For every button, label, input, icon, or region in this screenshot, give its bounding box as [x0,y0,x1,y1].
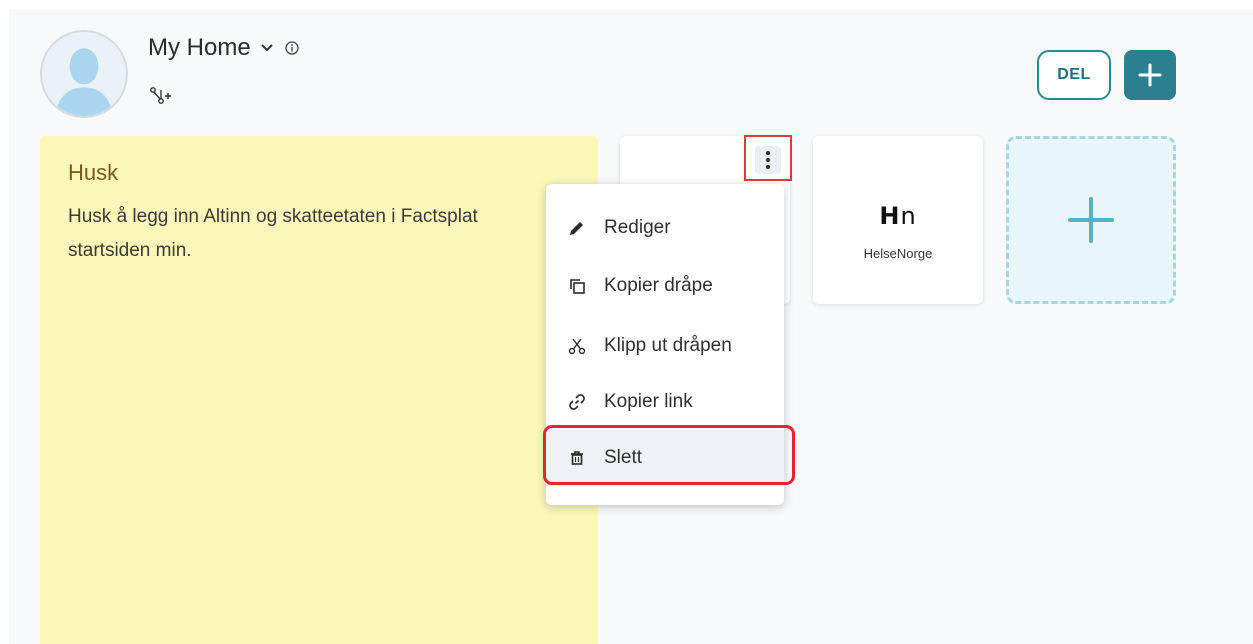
link-icon [568,393,586,411]
helsenorge-logo: Hո [879,202,917,230]
home-title-row[interactable]: My Home [148,34,299,62]
add-button[interactable] [1124,50,1176,100]
avatar[interactable] [40,30,128,118]
pencil-icon [568,219,586,237]
page-title[interactable]: My Home [148,34,251,62]
user-silhouette-icon [42,32,126,116]
del-button-label: DEL [1057,66,1091,83]
menu-item-label: Klipp ut dråpen [604,335,732,356]
plus-icon [1138,63,1162,87]
menu-item-rediger[interactable]: Rediger [546,200,784,256]
copy-icon [568,277,586,295]
menu-item-label: Kopier link [604,391,693,412]
share-del-button[interactable]: DEL [1037,50,1111,100]
menu-item-label: Slett [604,447,643,468]
cut-icon [568,337,586,355]
note-body: Husk å legg inn Altinn og skatteetaten i… [68,206,478,261]
menu-item-klipp-ut[interactable]: Klipp ut dråpen [546,318,784,374]
kebab-menu-icon[interactable] [755,146,781,174]
helsenorge-tile[interactable]: Hո HelseNorge [813,136,983,304]
chevron-down-icon[interactable] [260,44,273,52]
menu-item-kopier-link[interactable]: Kopier link [546,374,784,430]
menu-item-slett[interactable]: Slett [546,430,784,486]
menu-item-label: Rediger [604,217,671,238]
menu-item-kopier-drape[interactable]: Kopier dråpe [546,258,784,314]
trash-icon [568,449,586,467]
plus-icon [1068,197,1114,243]
tile-name: HelseNorge [863,246,933,261]
note-card[interactable]: Husk Husk å legg inn Altinn og skatteeta… [40,136,598,644]
add-tile-button[interactable] [1006,136,1176,304]
menu-item-label: Kopier dråpe [604,275,713,296]
share-network-icon[interactable] [149,86,171,106]
note-title: Husk [68,160,119,185]
info-icon[interactable] [285,41,299,55]
context-menu: Rediger Kopier dråpe Klipp ut dråpen Kop… [546,184,784,505]
